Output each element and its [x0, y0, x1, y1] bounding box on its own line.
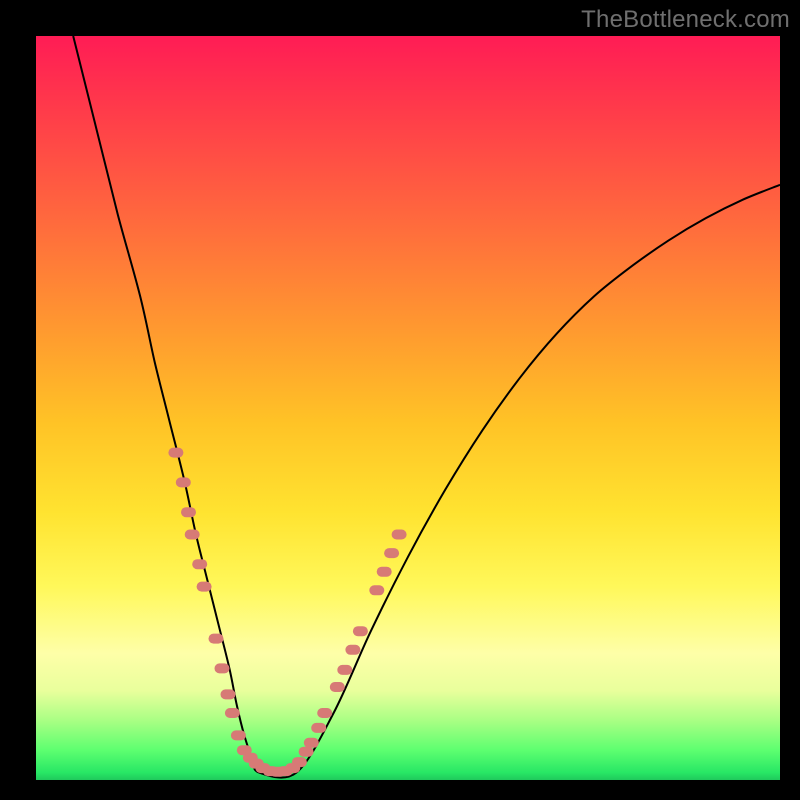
- marker: [192, 559, 207, 569]
- marker: [231, 730, 246, 740]
- marker: [392, 530, 407, 540]
- marker: [176, 477, 191, 487]
- marker: [369, 585, 384, 595]
- plot-area: [36, 36, 780, 780]
- marker: [185, 530, 200, 540]
- marker: [337, 665, 352, 675]
- marker: [299, 747, 314, 757]
- marker: [345, 645, 360, 655]
- marker: [353, 626, 368, 636]
- curve-path: [73, 36, 780, 778]
- marker: [292, 757, 307, 767]
- watermark-text: TheBottleneck.com: [581, 6, 790, 34]
- marker: [304, 738, 319, 748]
- marker: [311, 723, 326, 733]
- bottleneck-curve: [73, 36, 780, 778]
- marker: [168, 448, 183, 458]
- marker-group: [168, 448, 406, 777]
- marker: [209, 634, 224, 644]
- marker: [330, 682, 345, 692]
- marker: [197, 582, 212, 592]
- marker: [225, 708, 240, 718]
- marker: [221, 689, 236, 699]
- marker: [317, 708, 332, 718]
- marker: [215, 663, 230, 673]
- marker: [181, 507, 196, 517]
- curve-svg: [36, 36, 780, 780]
- chart-frame: TheBottleneck.com: [0, 0, 800, 800]
- marker: [384, 548, 399, 558]
- marker: [377, 567, 392, 577]
